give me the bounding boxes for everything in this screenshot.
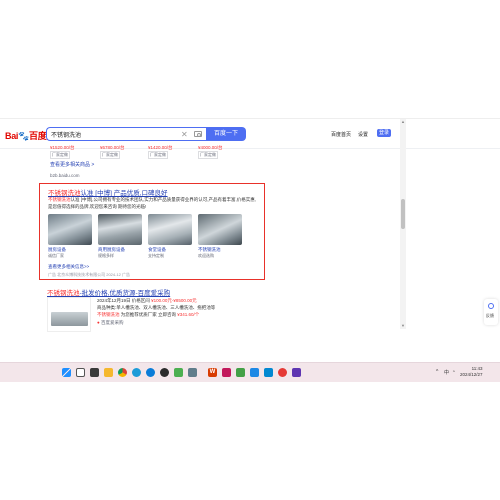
logo-text: Bai	[5, 131, 19, 141]
edge-icon[interactable]	[132, 368, 141, 377]
ad-title[interactable]: 不锈钢洗池认准 [中博] 产品优质,口碑良好	[48, 187, 168, 197]
tray-lang[interactable]: 中	[444, 369, 449, 376]
ad-desc-text: 认准 [中博],公司拥有专业的技术团队,实力和产品质量获得业界的认可,产品有着丰…	[48, 197, 256, 209]
taskbar: W ^ 中 ◔ 11:43 2024/12/27	[0, 362, 500, 382]
result2-line3-text: 为您推荐优质厂家 立即咨询	[120, 312, 177, 317]
thumb-image-4[interactable]	[198, 214, 242, 245]
task-view-icon[interactable]	[90, 368, 99, 377]
sink-icon	[51, 312, 88, 326]
wps-icon[interactable]: W	[208, 368, 217, 377]
price-tag-4: 厂家定做	[198, 151, 218, 159]
highlighted-ad-result: 不锈钢洗池认准 [中博] 产品优质,口碑良好 不锈钢洗池认准 [中博],公司拥有…	[39, 183, 265, 280]
app-icon-4[interactable]	[222, 368, 231, 377]
result2-price-label: 价格区间	[131, 298, 150, 303]
login-button[interactable]: 登录	[377, 129, 391, 137]
search-button[interactable]: 百度一下	[206, 127, 246, 141]
app-icon-1[interactable]	[160, 368, 169, 377]
camera-icon[interactable]	[194, 131, 202, 137]
bottom-margin	[0, 382, 500, 500]
feedback-widget[interactable]: 反馈	[484, 299, 498, 325]
file-explorer-icon[interactable]	[104, 368, 113, 377]
paw-icon: 🐾	[18, 131, 30, 141]
price-tag-2: 厂家定做	[100, 151, 120, 159]
search-header: Bai🐾百度 ✕ 百度一下 百度首页 设置 登录	[0, 119, 500, 149]
scroll-thumb[interactable]	[401, 199, 405, 229]
feedback-icon	[488, 303, 494, 309]
ad-more-link[interactable]: 查看更多相关信息>>	[48, 264, 89, 270]
windows-start-icon[interactable]	[62, 368, 71, 377]
vertical-scrollbar[interactable]: ▲ ▼	[400, 119, 406, 329]
result2-line2: 商品种类:单人槽洗池、双人槽洗池、三人槽洗池、拖把池等	[97, 305, 216, 310]
ad-title-rest: 认准 [中博] 产品优质,口碑良好	[80, 190, 168, 197]
logo-suffix: 百度	[29, 131, 47, 141]
scroll-down-icon[interactable]: ▼	[400, 323, 406, 329]
result2-line1: 2024年12月19日 价格区间 ¥100.00元-¥8500.00元	[97, 298, 197, 304]
search-icon[interactable]	[76, 368, 85, 377]
tray-chevron-icon[interactable]: ^	[436, 369, 438, 375]
result2-source[interactable]: ● 百度爱采购	[97, 320, 123, 326]
feedback-label: 反馈	[486, 313, 494, 318]
thumb-sub-4: 欢迎选购	[198, 253, 214, 258]
network-icon[interactable]: ◔	[452, 369, 455, 375]
chrome-icon[interactable]	[118, 368, 127, 377]
result2-title-keyword: 不锈钢洗池	[47, 290, 80, 297]
clock-date: 2024/12/27	[460, 372, 483, 377]
site-url[interactable]: b2b.baidu.com	[50, 173, 80, 178]
header-link-home[interactable]: 百度首页	[331, 131, 351, 138]
app-icon-2[interactable]	[174, 368, 183, 377]
search-input[interactable]	[51, 129, 179, 140]
result2-line3: 不锈钢洗池 为您推荐优质厂家 立即咨询 ¥341.60/个	[97, 312, 199, 318]
ad-thumbnails: 厨房设备 商用厨房设备 食堂设备 不锈钢洗池 诚信厂家 规格多样 支持定制 欢迎…	[48, 214, 260, 258]
app-icon-9[interactable]	[292, 368, 301, 377]
app-icon-7[interactable]	[264, 368, 273, 377]
app-icon-5[interactable]	[236, 368, 245, 377]
result2-line3-keyword: 不锈钢洗池	[97, 312, 120, 317]
header-link-settings[interactable]: 设置	[358, 131, 368, 138]
ad-meta: 广告 北京众博科技技术有限公司 2024-12 广告	[48, 272, 131, 277]
clear-icon[interactable]: ✕	[181, 129, 188, 140]
result2-product-image[interactable]	[47, 297, 91, 332]
price-tag-1: 厂家定做	[50, 151, 70, 159]
baidu-logo[interactable]: Bai🐾百度	[5, 129, 47, 142]
ad-title-keyword: 不锈钢洗池	[48, 190, 81, 197]
browser-icon[interactable]	[146, 368, 155, 377]
app-icon-6[interactable]	[250, 368, 259, 377]
top-margin	[0, 0, 500, 118]
result2-title-rest: -批发价格,优质货源-百度爱采购	[79, 290, 171, 297]
ad-description: 不锈钢洗池认准 [中博],公司拥有专业的技术团队,实力和产品质量获得业界的认可,…	[48, 197, 260, 210]
app-icon-3[interactable]	[188, 368, 197, 377]
ad-desc-keyword: 不锈钢洗池	[48, 197, 71, 202]
result2-line3-price: ¥341.60/个	[177, 312, 200, 317]
thumb-image-1[interactable]	[48, 214, 92, 245]
thumb-sub-1: 诚信厂家	[48, 253, 64, 258]
clock[interactable]: 11:43 2024/12/27	[460, 366, 483, 378]
screenshot-root: Bai🐾百度 ✕ 百度一下 百度首页 设置 登录 ¥1520.00/台 ¥678…	[0, 0, 500, 500]
more-products-link[interactable]: 查看更多相关商品 >	[50, 161, 94, 168]
thumb-image-3[interactable]	[148, 214, 192, 245]
thumb-image-2[interactable]	[98, 214, 142, 245]
thumb-sub-2: 规格多样	[98, 253, 114, 258]
result2-date: 2024年12月19日	[97, 298, 131, 303]
search-box[interactable]: ✕	[46, 127, 206, 141]
scroll-up-icon[interactable]: ▲	[400, 119, 406, 125]
browser-viewport: Bai🐾百度 ✕ 百度一下 百度首页 设置 登录 ¥1520.00/台 ¥678…	[0, 118, 500, 366]
app-icon-8[interactable]	[278, 368, 287, 377]
result2-price-range: ¥100.00元-¥8500.00元	[151, 298, 197, 303]
thumb-sub-3: 支持定制	[148, 253, 164, 258]
source-icon: ●	[97, 320, 100, 325]
result2-title[interactable]: 不锈钢洗池-批发价格,优质货源-百度爱采购	[47, 287, 170, 297]
result2-source-text: 百度爱采购	[100, 320, 124, 325]
price-tag-3: 厂家定做	[148, 151, 168, 159]
